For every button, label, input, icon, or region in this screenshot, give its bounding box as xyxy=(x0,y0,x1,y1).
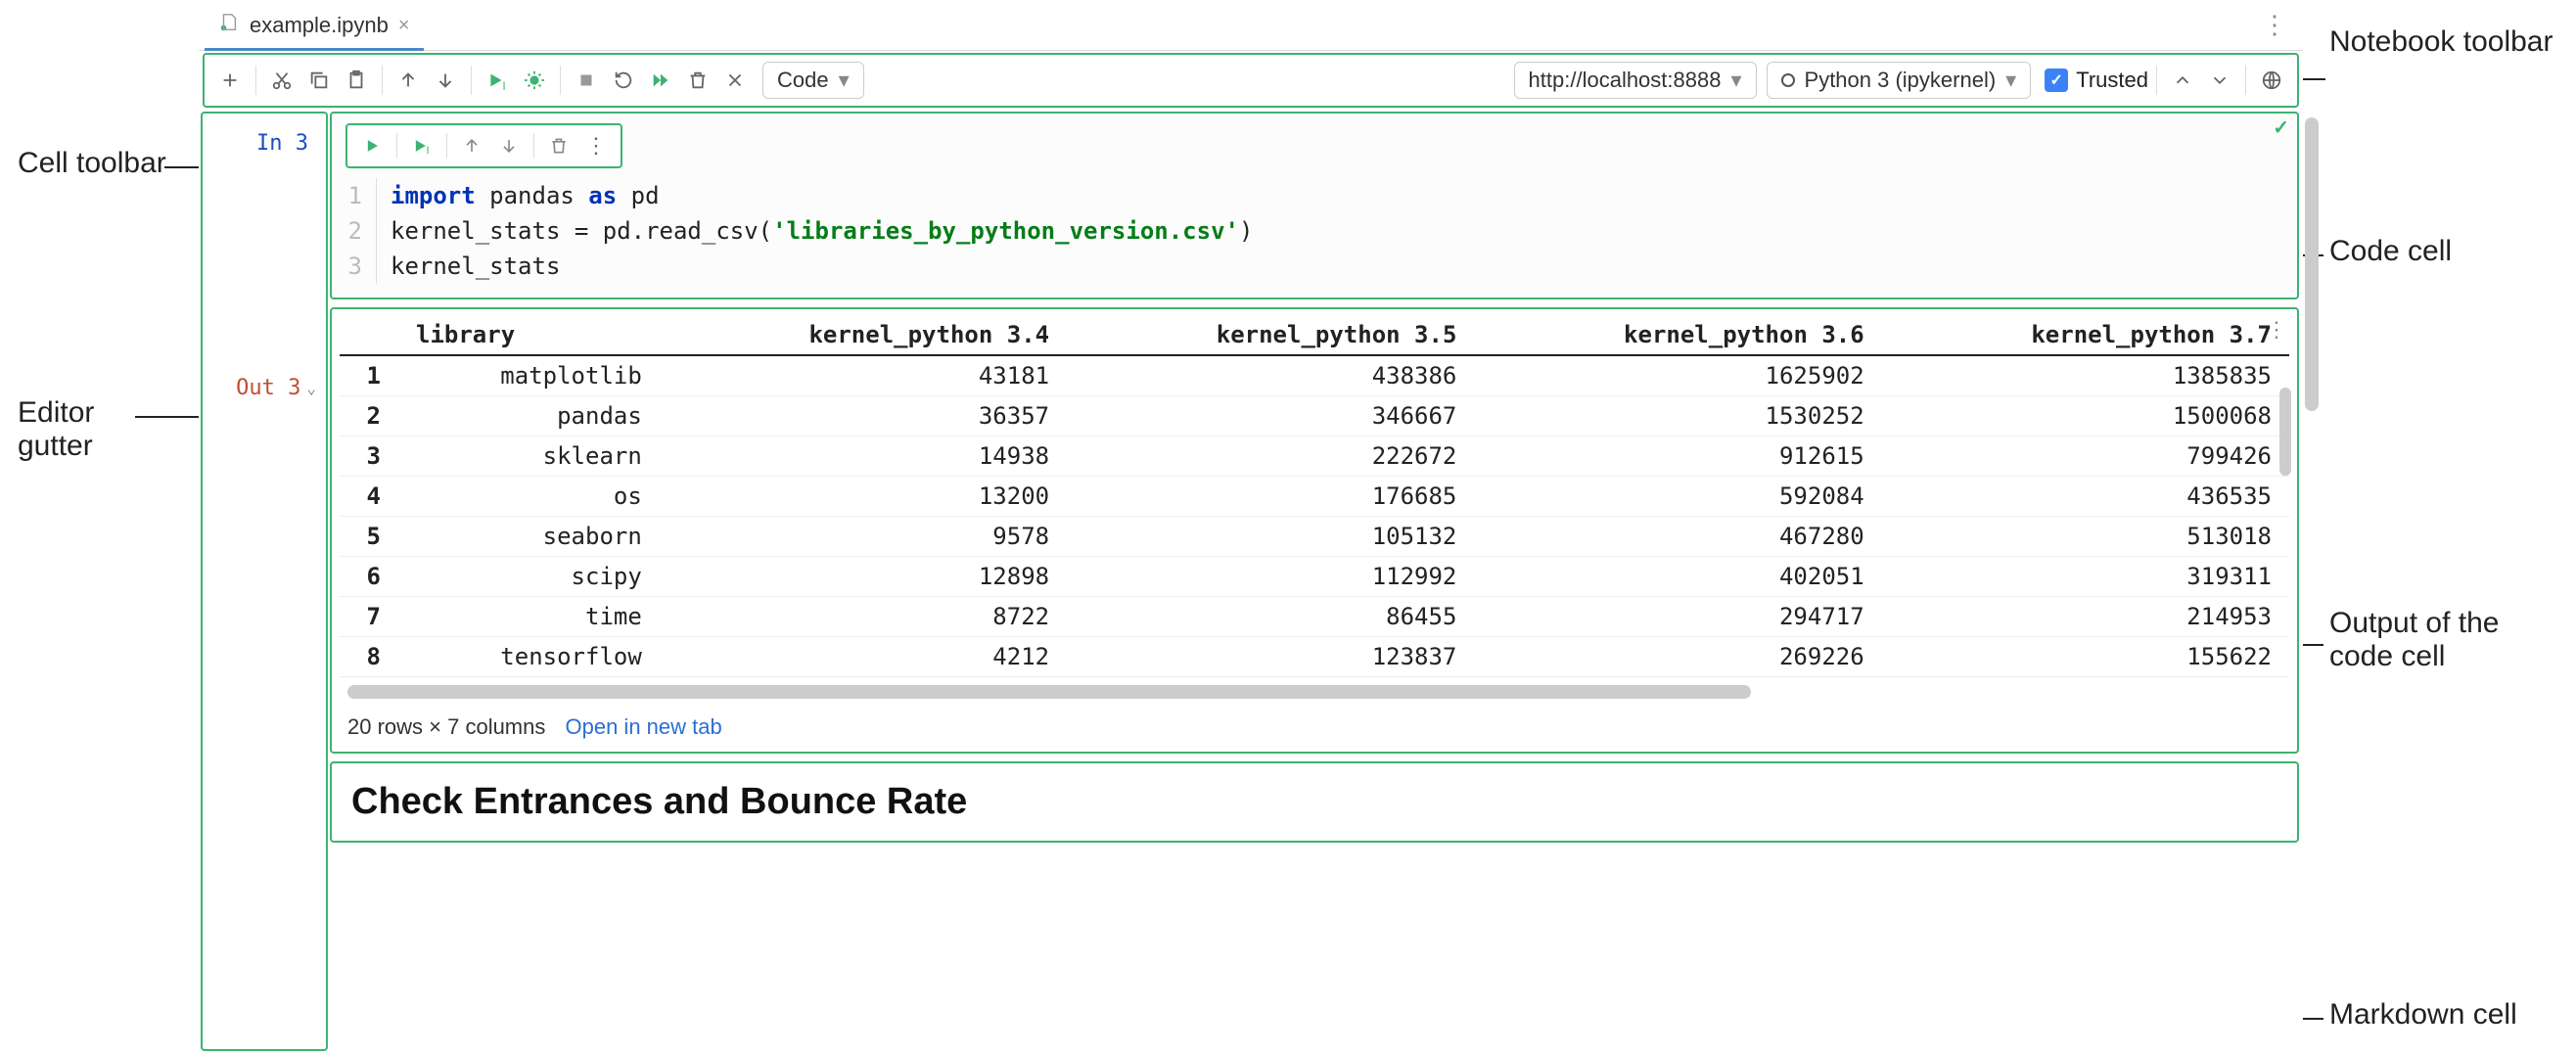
table-row[interactable]: 3sklearn14938222672912615799426 xyxy=(340,436,2289,477)
out-prompt: Out 3 ⌄ xyxy=(236,376,316,400)
scrollbar-vertical[interactable] xyxy=(2305,117,2319,411)
ide-window: example.ipynb × ⋮ I Code ▾ http://localh… xyxy=(199,0,2303,1055)
server-label: http://localhost:8888 xyxy=(1529,68,1722,93)
annotation-code-cell: Code cell xyxy=(2329,235,2452,268)
cells-column: ✓ I ⋮ 1import pandas as pd 2kernel_stats… xyxy=(330,108,2303,1055)
notebook-toolbar: I Code ▾ http://localhost:8888 ▾ Python … xyxy=(203,53,2299,108)
annotation-cell-toolbar: Cell toolbar xyxy=(18,147,166,180)
copy-button[interactable] xyxy=(301,63,337,98)
scrollbar-vertical[interactable] xyxy=(2279,388,2291,476)
run-and-select-button[interactable]: I xyxy=(405,129,438,162)
cell-type-label: Code xyxy=(777,68,829,93)
markdown-heading: Check Entrances and Bounce Rate xyxy=(351,781,967,822)
table-meta: 20 rows × 7 columns Open in new tab xyxy=(340,703,2289,746)
kernel-status-icon xyxy=(1781,73,1795,87)
cell-type-select[interactable]: Code ▾ xyxy=(762,62,864,99)
chevron-down-icon[interactable]: ⌄ xyxy=(306,379,316,397)
run-all-button[interactable] xyxy=(643,63,678,98)
code-editor[interactable]: 1import pandas as pd 2kernel_stats = pd.… xyxy=(338,176,2291,294)
col-index xyxy=(340,315,398,355)
notebook-body: In 3 Out 3 ⌄ ✓ I ⋮ xyxy=(199,108,2303,1055)
table-row[interactable]: 6scipy12898112992402051319311 xyxy=(340,557,2289,597)
chevron-down-icon: ▾ xyxy=(839,68,850,93)
cell-toolbar: I ⋮ xyxy=(345,123,622,168)
table-row[interactable]: 1matplotlib4318143838616259021385835 xyxy=(340,355,2289,396)
table-row[interactable]: 2pandas3635734666715302521500068 xyxy=(340,396,2289,436)
more-icon[interactable]: ⋮ xyxy=(2266,317,2287,343)
chevron-down-icon: ▾ xyxy=(1730,68,1741,93)
run-cell-button[interactable]: I xyxy=(480,63,515,98)
dataframe-table: library kernel_python 3.4 kernel_python … xyxy=(340,315,2289,677)
globe-button[interactable] xyxy=(2254,63,2289,98)
col-py34: kernel_python 3.4 xyxy=(660,315,1067,355)
table-row[interactable]: 8tensorflow4212123837269226155622 xyxy=(340,637,2289,677)
run-cell-button[interactable] xyxy=(355,129,389,162)
delete-button[interactable] xyxy=(542,129,575,162)
editor-gutter: In 3 Out 3 ⌄ xyxy=(201,112,328,1051)
move-up-button[interactable] xyxy=(455,129,488,162)
close-icon[interactable]: × xyxy=(398,15,410,37)
table-row[interactable]: 7time872286455294717214953 xyxy=(340,597,2289,637)
in-prompt: In 3 xyxy=(256,131,308,156)
chevron-down-icon: ▾ xyxy=(2005,68,2016,93)
paste-button[interactable] xyxy=(339,63,374,98)
annotation-editor-gutter: Editor gutter xyxy=(18,396,145,463)
col-py37: kernel_python 3.7 xyxy=(1882,315,2289,355)
trusted-toggle[interactable]: ✓ Trusted xyxy=(2045,68,2148,93)
tab-example-ipynb[interactable]: example.ipynb × xyxy=(205,4,424,51)
tab-label: example.ipynb xyxy=(250,13,389,38)
kernel-label: Python 3 (ipykernel) xyxy=(1805,68,1997,93)
move-down-button[interactable] xyxy=(492,129,526,162)
annotation-markdown-cell: Markdown cell xyxy=(2329,998,2517,1032)
collapse-up-button[interactable] xyxy=(2165,63,2200,98)
tabbar: example.ipynb × ⋮ xyxy=(199,0,2303,51)
cut-button[interactable] xyxy=(264,63,299,98)
cell-output: ⋮ library kernel_python 3.4 kernel_pytho… xyxy=(330,307,2299,754)
open-in-new-tab-link[interactable]: Open in new tab xyxy=(566,714,722,739)
table-row[interactable]: 4os13200176685592084436535 xyxy=(340,477,2289,517)
debug-button[interactable] xyxy=(517,63,552,98)
code-cell[interactable]: ✓ I ⋮ 1import pandas as pd 2kernel_stats… xyxy=(330,112,2299,299)
col-py36: kernel_python 3.6 xyxy=(1474,315,1881,355)
scrollbar-horizontal[interactable] xyxy=(347,685,1751,699)
more-icon[interactable]: ⋮ xyxy=(579,129,613,162)
server-select[interactable]: http://localhost:8888 ▾ xyxy=(1514,62,1757,99)
check-icon: ✓ xyxy=(2045,69,2068,92)
table-row[interactable]: 5seaborn9578105132467280513018 xyxy=(340,517,2289,557)
tabbar-more-icon[interactable]: ⋮ xyxy=(2252,10,2297,40)
annotation-output: Output of the code cell xyxy=(2329,607,2564,673)
delete-button[interactable] xyxy=(680,63,715,98)
jupyter-file-icon xyxy=(218,12,240,39)
annotation-notebook-toolbar: Notebook toolbar xyxy=(2329,25,2564,59)
checkmark-icon: ✓ xyxy=(2273,115,2289,140)
move-up-button[interactable] xyxy=(391,63,426,98)
restart-button[interactable] xyxy=(606,63,641,98)
stop-button[interactable] xyxy=(569,63,604,98)
markdown-cell[interactable]: Check Entrances and Bounce Rate xyxy=(330,761,2299,843)
col-py35: kernel_python 3.5 xyxy=(1067,315,1474,355)
col-library: library xyxy=(398,315,660,355)
kernel-select[interactable]: Python 3 (ipykernel) ▾ xyxy=(1767,62,2032,99)
trusted-label: Trusted xyxy=(2076,68,2148,93)
clear-button[interactable] xyxy=(717,63,753,98)
collapse-down-button[interactable] xyxy=(2202,63,2237,98)
move-down-button[interactable] xyxy=(428,63,463,98)
add-cell-button[interactable] xyxy=(212,63,248,98)
